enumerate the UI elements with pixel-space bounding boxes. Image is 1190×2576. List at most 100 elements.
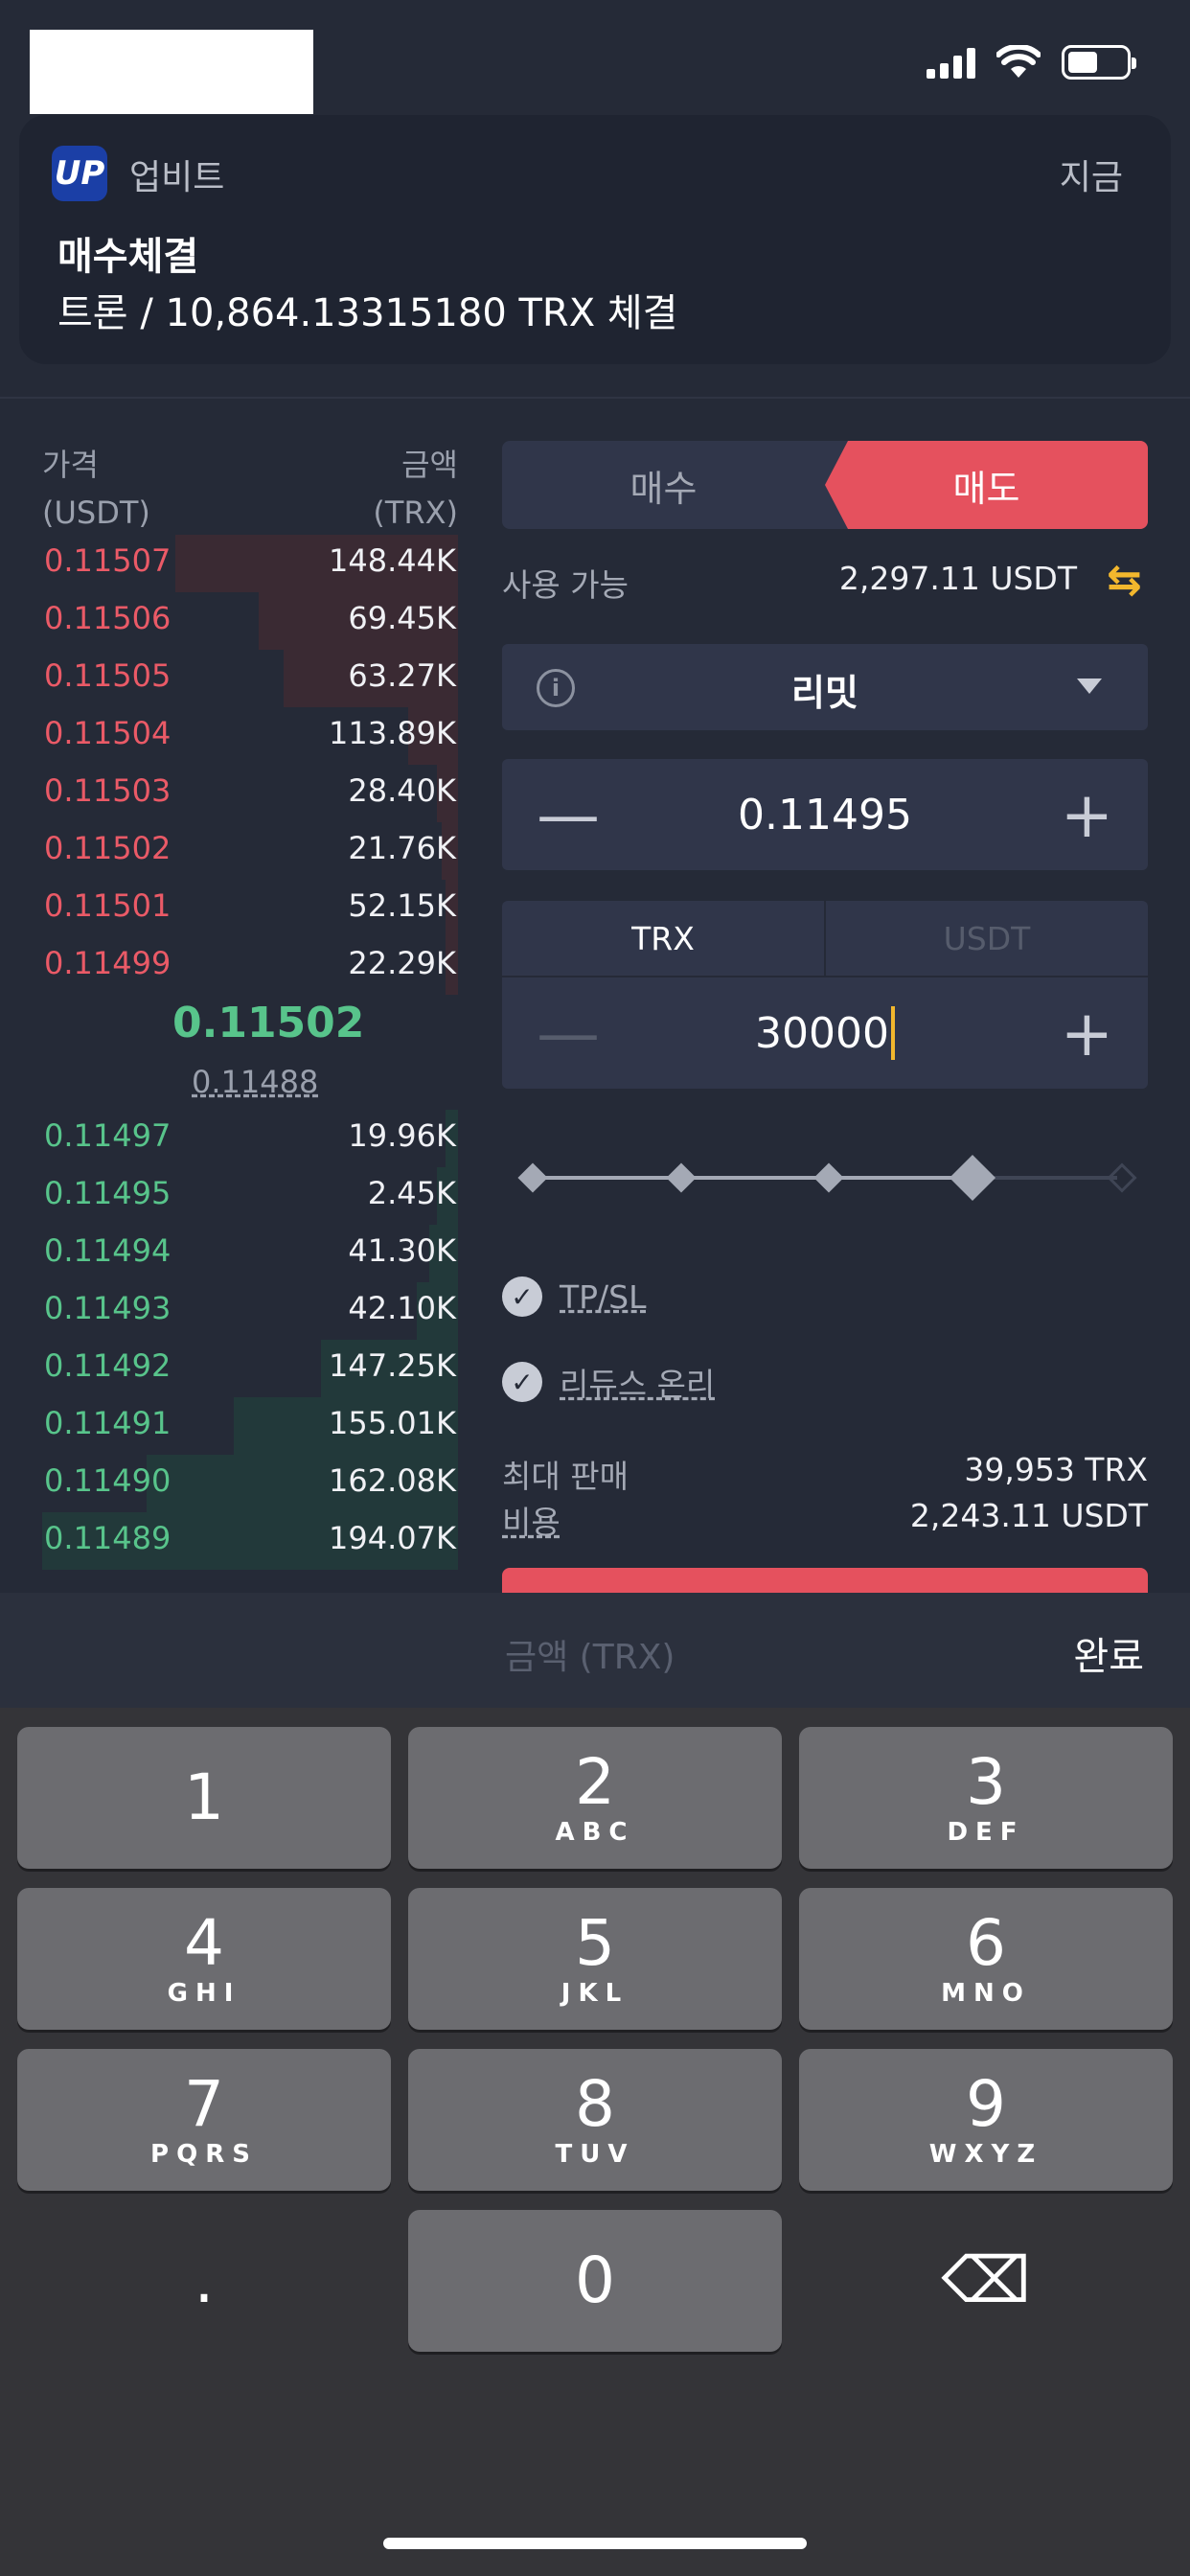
key-4[interactable]: 4 GHI	[17, 1888, 391, 2030]
orderbook-price: 0.11495	[44, 1175, 172, 1211]
orderbook-price: 0.11506	[44, 600, 172, 636]
chevron-down-icon	[1077, 678, 1102, 694]
unit-tab-usdt[interactable]: USDT	[826, 901, 1148, 976]
quantity-stepper: — 30000 +	[502, 978, 1148, 1089]
amount-unit-label: (TRX)	[373, 494, 458, 531]
focused-field-label: 금액 (TRX)	[505, 1638, 675, 1677]
key-3[interactable]: 3 DEF	[799, 1727, 1173, 1869]
key-digit: 6	[966, 1906, 1006, 1980]
orderbook-amount: 28.40K	[348, 772, 456, 809]
tpsl-label: TP/SL	[560, 1277, 647, 1316]
cost-label: 비용	[502, 1504, 561, 1541]
orderbook-row-ask[interactable]: 0.11504 113.89K	[42, 707, 458, 765]
decimal-key[interactable]: .	[17, 2210, 391, 2352]
unit-tab-trx[interactable]: TRX	[502, 901, 826, 976]
price-increment-button[interactable]: +	[1061, 759, 1113, 870]
key-digit: 2	[575, 1745, 615, 1819]
reduce-only-checkbox[interactable]: ✓ 리듀스 온리	[502, 1359, 715, 1405]
orderbook-amount: 19.96K	[348, 1117, 456, 1154]
orderbook-row-bid[interactable]: 0.11489 194.07K	[42, 1512, 458, 1570]
quantity-input[interactable]: 30000	[502, 978, 1148, 1089]
orderbook-price: 0.11494	[44, 1232, 172, 1269]
orderbook-amount: 52.15K	[348, 887, 456, 924]
backspace-key[interactable]: ⌫	[799, 2210, 1173, 2352]
orderbook-row-ask[interactable]: 0.11506 69.45K	[42, 592, 458, 650]
orderbook-price: 0.11499	[44, 945, 172, 981]
orderbook-price: 0.11503	[44, 772, 172, 809]
key-2[interactable]: 2 ABC	[408, 1727, 782, 1869]
slider-step-50[interactable]	[813, 1162, 844, 1193]
tpsl-checkbox[interactable]: ✓ TP/SL	[502, 1276, 647, 1317]
notification-app-name: 업비트	[129, 158, 225, 197]
tab-sell[interactable]: 매도	[825, 441, 1148, 529]
orderbook-amount: 194.07K	[329, 1520, 456, 1556]
home-indicator[interactable]	[383, 2538, 807, 2549]
key-7[interactable]: 7 PQRS	[17, 2049, 391, 2191]
key-5[interactable]: 5 JKL	[408, 1888, 782, 2030]
orderbook-row-ask[interactable]: 0.11499 22.29K	[42, 937, 458, 995]
divider	[0, 397, 1190, 399]
buy-sell-tabs: 매수 매도	[502, 441, 1148, 529]
orderbook-amount: 147.25K	[329, 1347, 456, 1384]
orderbook-price: 0.11492	[44, 1347, 172, 1384]
key-digit: 5	[575, 1906, 615, 1980]
orderbook-row-ask[interactable]: 0.11502 21.76K	[42, 822, 458, 880]
key-letters: WXYZ	[928, 2140, 1043, 2169]
orderbook-row-bid[interactable]: 0.11493 42.10K	[42, 1282, 458, 1340]
slider-step-25[interactable]	[666, 1162, 697, 1193]
cellular-signal-icon	[927, 46, 975, 79]
price-stepper: — 0.11495 +	[502, 759, 1148, 870]
orderbook-row-ask[interactable]: 0.11507 148.44K	[42, 535, 458, 592]
key-6[interactable]: 6 MNO	[799, 1888, 1173, 2030]
key-8[interactable]: 8 TUV	[408, 2049, 782, 2191]
last-price[interactable]: 0.11502	[172, 999, 364, 1047]
orderbook-row-ask[interactable]: 0.11501 52.15K	[42, 880, 458, 937]
text-cursor	[890, 1006, 895, 1060]
tab-buy[interactable]: 매수	[502, 441, 825, 529]
orderbook-row-ask[interactable]: 0.11503 28.40K	[42, 765, 458, 822]
max-sell-value: 39,953 TRX	[964, 1451, 1148, 1488]
quantity-value: 30000	[755, 1008, 889, 1058]
orderbook-row-bid[interactable]: 0.11492 147.25K	[42, 1340, 458, 1397]
orderbook-amount-header: 금액 (TRX)	[373, 441, 458, 537]
orderbook-price: 0.11507	[44, 542, 172, 579]
reduce-only-label: 리듀스 온리	[560, 1366, 716, 1403]
orderbook-amount: 162.08K	[329, 1462, 456, 1499]
key-1[interactable]: 1	[17, 1727, 391, 1869]
notification-body: 트론 / 10,864.13315180 TRX 체결	[57, 291, 678, 335]
swap-arrows-icon[interactable]: ⇆	[1107, 556, 1142, 605]
key-0[interactable]: 0	[408, 2210, 782, 2352]
slider-step-100[interactable]	[1107, 1162, 1137, 1193]
orderbook-row-bid[interactable]: 0.11495 2.45K	[42, 1167, 458, 1225]
order-type-label: 리밋	[791, 672, 858, 714]
price-unit-label: (USDT)	[42, 494, 150, 531]
quantity-increment-button[interactable]: +	[1061, 978, 1113, 1089]
price-input[interactable]: 0.11495	[502, 759, 1148, 870]
orderbook-row-bid[interactable]: 0.11497 19.96K	[42, 1110, 458, 1167]
available-value: 2,297.11 USDT	[838, 560, 1077, 597]
key-letters: PQRS	[150, 2140, 258, 2169]
checkmark-icon: ✓	[502, 1362, 542, 1402]
orderbook-amount: 113.89K	[329, 715, 456, 751]
order-type-select[interactable]: i 리밋	[502, 644, 1148, 730]
quantity-percent-slider[interactable]	[517, 1150, 1137, 1204]
status-icons	[927, 40, 1136, 84]
mark-price[interactable]: 0.11488	[192, 1064, 318, 1100]
slider-step-0[interactable]	[517, 1162, 548, 1193]
notification-time: 지금	[1059, 158, 1123, 197]
notification-title: 매수체결	[57, 235, 199, 279]
key-9[interactable]: 9 WXYZ	[799, 2049, 1173, 2191]
checkmark-icon: ✓	[502, 1276, 542, 1317]
orderbook-row-ask[interactable]: 0.11505 63.27K	[42, 650, 458, 707]
orderbook-row-bid[interactable]: 0.11491 155.01K	[42, 1397, 458, 1455]
status-bar-time-redacted	[30, 30, 313, 114]
key-letters: TUV	[555, 2140, 635, 2169]
key-digit: 0	[575, 2243, 615, 2317]
slider-track-filled	[533, 1176, 973, 1180]
orderbook-row-bid[interactable]: 0.11490 162.08K	[42, 1455, 458, 1512]
orderbook-amount: 2.45K	[367, 1175, 456, 1211]
done-button[interactable]: 완료	[1073, 1625, 1144, 1681]
upbit-logo-icon: UP	[52, 146, 107, 201]
orderbook-row-bid[interactable]: 0.11494 41.30K	[42, 1225, 458, 1282]
slider-handle[interactable]	[949, 1154, 996, 1202]
